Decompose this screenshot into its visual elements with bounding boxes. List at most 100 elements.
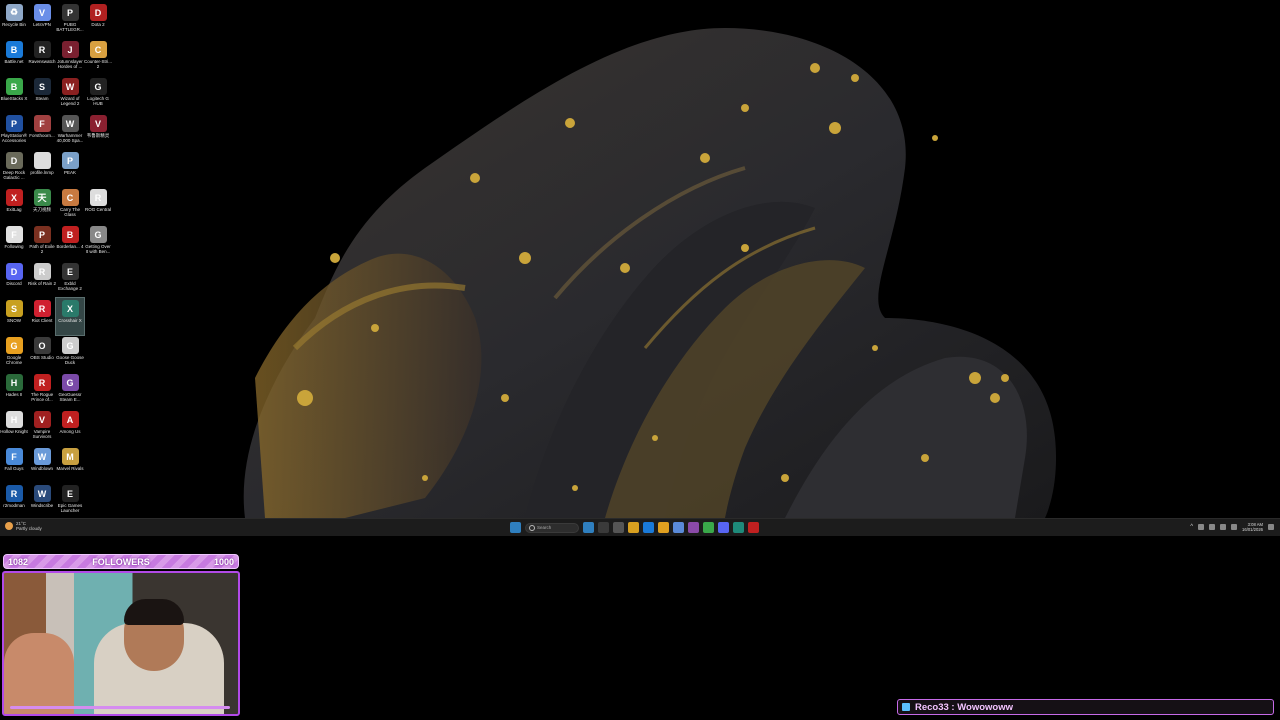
desktop-icon-google-chrome[interactable]: G Google Chrome (0, 335, 28, 372)
desktop-icon-obs-studio[interactable]: O OBS Studio (28, 335, 56, 372)
desktop-icon-path-of-exile-2[interactable]: P Path of Exile 2 (28, 224, 56, 261)
chevron-up-icon[interactable]: ^ (1190, 524, 1193, 530)
desktop-icon-logitech-g-hub[interactable]: G Logitech G HUB (84, 76, 112, 113)
desktop-icon-getting-over-it-with-ben[interactable]: G Getting Over It with Ben... (84, 224, 112, 261)
desktop-icon-goose-goose-duck[interactable]: G Goose Goose Duck (56, 335, 84, 372)
taskbar-app-10-icon[interactable] (718, 522, 729, 533)
desktop-icon-ravenswatch[interactable]: R Ravenswatch (28, 39, 56, 76)
desktop-icon-the-rogue-prince-of[interactable]: R The Rogue Prince of... (28, 372, 56, 409)
desktop-icon-hollow-knight[interactable]: H Hollow Knight (0, 409, 28, 446)
battery-icon[interactable] (1231, 524, 1238, 530)
desktop-icon-exitlag[interactable]: X ExitLag (0, 187, 28, 224)
pubg-battlegr-icon: P (61, 4, 79, 21)
taskbar-app-11-icon[interactable] (733, 522, 744, 533)
vampire-survivors-icon: V (33, 411, 51, 428)
desktop-icon-rog-central[interactable]: R ROG Central (84, 187, 112, 224)
followers-label: FOLLOWERS (92, 556, 150, 567)
desktop-icon-label: Windscribe (30, 503, 54, 508)
desktop-icon-among-us[interactable]: A Among Us (56, 409, 84, 446)
taskbar-app-3-icon[interactable] (613, 522, 624, 533)
desktop-icon-counter-stri-2[interactable]: C Counter-Stri... 2 (84, 39, 112, 76)
desktop-icon-exbld-exchange-2[interactable]: E Exbld Exchange 2 (56, 261, 84, 298)
rog-central-icon: R (89, 189, 107, 206)
steam-icon: S (33, 78, 51, 95)
webcam-person-left (4, 633, 74, 714)
desktop-icon-risk-of-rain-2[interactable]: R Risk of Rain 2 (28, 261, 56, 298)
taskbar-app-1-icon[interactable] (583, 522, 594, 533)
start-button[interactable] (510, 522, 521, 533)
desktop-icon-label: Among Us (59, 429, 81, 434)
desktop-icon-r2modman[interactable]: Rr2modman (0, 483, 28, 518)
wizard-of-legend-2-icon: W (61, 78, 79, 95)
desktop-icon-windscribe[interactable]: W Windscribe (28, 483, 56, 518)
desktop-icon-windblown[interactable]: W Windblown (28, 446, 56, 483)
desktop-icon-pubg-battlegr[interactable]: P PUBG BATTLEGR... (56, 2, 84, 39)
desktop-icon-fall-guys[interactable]: F Fall Guys (0, 446, 28, 483)
volume-icon[interactable] (1220, 524, 1227, 530)
desktop-icon-empty (84, 446, 112, 483)
desktop-icon-crosshair-x[interactable]: X Crosshair X (55, 297, 85, 336)
taskbar-app-4-icon[interactable] (628, 522, 639, 533)
desktop-icon-label: Hades II (5, 392, 23, 397)
dota-2-icon: D (89, 4, 107, 21)
exitlag-icon: X (5, 189, 23, 206)
network-icon[interactable] (1209, 524, 1216, 530)
weather-widget[interactable]: 21°C Partly cloudy (5, 521, 42, 531)
desktop-icon-peak[interactable]: P PEAK (56, 150, 84, 187)
webcam-feed (2, 571, 240, 716)
taskbar-apps: Search (510, 522, 759, 533)
counter-stri-2-icon: C (89, 41, 107, 58)
desktop-icon-bluestacks-x[interactable]: B BlueStacks X (0, 76, 28, 113)
taskbar-app-7-icon[interactable] (673, 522, 684, 533)
epic-games-launcher-icon: E (61, 485, 79, 502)
desktop-icon-playstation-accessories[interactable]: P PlayStation® Accessories (0, 113, 28, 150)
desktop-icon-warhammer-40-000-spa[interactable]: W Warhammer 40,000 Spa... (56, 113, 84, 150)
desktop-icon-label: Deep Rock Galactic ... (2, 170, 26, 180)
desktop-icon-label: Google Chrome (5, 355, 22, 365)
desktop-icon-icon[interactable]: 天天刀视频 (28, 187, 56, 224)
desktop-icon-marvel-rivals[interactable]: M Marvel Rivals (56, 446, 84, 483)
desktop-icon-wizard-of-legend-2[interactable]: W Wizard of Legend 2 (56, 76, 84, 113)
chat-message-text: Reco33 : Wowowoww (915, 701, 1014, 713)
desktop-icon-steam[interactable]: S Steam (28, 76, 56, 113)
discord-icon: D (5, 263, 23, 280)
desktop-icon-battle-net[interactable]: B Battle.net (0, 39, 28, 76)
among-us-icon: A (61, 411, 79, 428)
desktop-icon-jotunnslayer-hordes-of[interactable]: J Jotunnslayer Hordes of ... (56, 39, 84, 76)
desktop-icon-label: Ravenswatch (28, 59, 56, 64)
tray-icon[interactable] (1198, 524, 1205, 530)
taskbar-app-8-icon[interactable] (688, 522, 699, 533)
desktop-icon-following[interactable]: F Following (0, 224, 28, 261)
notification-icon[interactable] (1268, 524, 1274, 530)
desktop-icon-borderlan-4[interactable]: B Borderlan... 4 (56, 224, 84, 261)
taskbar-app-5-icon[interactable] (643, 522, 654, 533)
clock[interactable]: 3:08 AM 16/01/2026 (1242, 522, 1263, 532)
desktop-icon-letsvpn[interactable]: V LetsVPN (28, 2, 56, 39)
desktop-icon-riot-client[interactable]: R Riot Client (28, 298, 56, 335)
taskbar-app-9-icon[interactable] (703, 522, 714, 533)
desktop-icon-vampire-survivors[interactable]: V Vampire Survivors (28, 409, 56, 446)
geoguessr-steam-e-icon: G (61, 374, 79, 391)
desktop-icon-label: Following (4, 244, 24, 249)
desktop-icon-geoguessr-steam-e[interactable]: G GeoGuessr Steam E... (56, 372, 84, 409)
desktop-icon-discord[interactable]: D Discord (0, 261, 28, 298)
desktop-icon-carry-the-glass[interactable]: C Carry The Glass (56, 187, 84, 224)
taskbar-app-2-icon[interactable] (598, 522, 609, 533)
desktop-icon-epic-games-launcher[interactable]: E Epic Games Launcher (56, 483, 84, 518)
playstation-accessories-icon: P (5, 115, 23, 132)
desktop-icon-icon[interactable]: V 韦鲁斯精灵 (84, 113, 112, 150)
desktop-icon-snow[interactable]: S SNOW (0, 298, 28, 335)
taskbar-search[interactable]: Search (525, 522, 579, 533)
desktop-icon-label: 天刀视频 (33, 207, 51, 212)
desktop-icon-forsthoorn[interactable]: F Forsthoorn... (28, 113, 56, 150)
risk-of-rain-2-icon: R (33, 263, 51, 280)
desktop-icon-deep-rock-galactic[interactable]: D Deep Rock Galactic ... (0, 150, 28, 187)
desktop-icon-hades-ii[interactable]: H Hades II (0, 372, 28, 409)
desktop-icon-recycle-bin[interactable]: ♻ Recycle Bin (0, 2, 28, 39)
desktop-icon-dota-2[interactable]: D Dota 2 (84, 2, 112, 39)
desktop-icon-profile-lnmp[interactable]: profile.lnmp (28, 150, 56, 187)
taskbar-app-6-icon[interactable] (658, 522, 669, 533)
deep-rock-galactic-icon: D (5, 152, 23, 169)
icon-icon: V (89, 115, 107, 132)
taskbar-app-12-icon[interactable] (748, 522, 759, 533)
